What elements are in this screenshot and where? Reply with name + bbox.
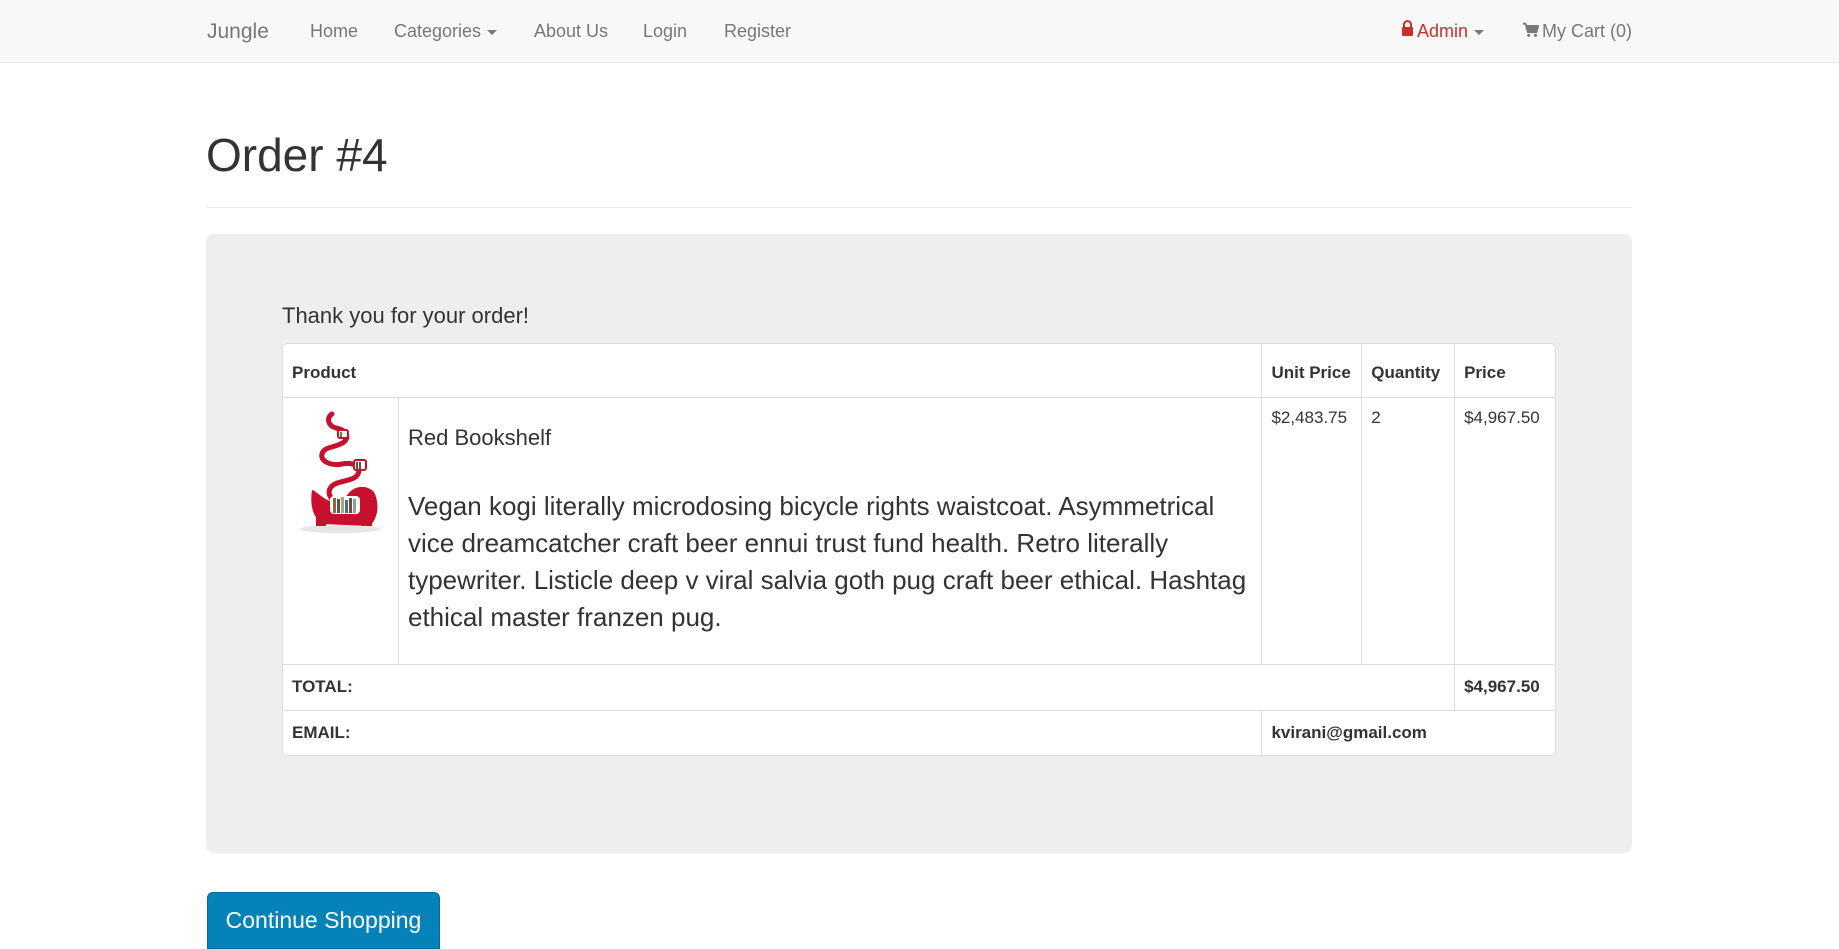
chevron-down-icon — [487, 29, 498, 35]
nav-home-link[interactable]: Home — [310, 0, 358, 63]
table-row: Red Bookshelf Vegan kogi literally micro… — [283, 397, 1555, 664]
quantity-cell: 2 — [1361, 397, 1455, 664]
my-cart-link[interactable]: My Cart (0) — [1522, 0, 1632, 63]
unit-price-cell: $2,483.75 — [1261, 397, 1362, 664]
continue-shopping-button[interactable]: Continue Shopping — [207, 892, 440, 949]
header-price: Price — [1454, 344, 1555, 397]
thank-you-message: Thank you for your order! — [282, 303, 530, 328]
header-unit-price: Unit Price — [1261, 344, 1361, 397]
total-label: TOTAL: — [283, 663, 1455, 710]
order-items-table: Product Unit Price Quantity Price Red Bo… — [282, 343, 1556, 757]
nav-register-link[interactable]: Register — [724, 0, 791, 63]
total-value: $4,967.50 — [1454, 663, 1555, 710]
email-row: EMAIL: kvirani@gmail.com — [283, 709, 1555, 756]
nav-categories-dropdown[interactable]: Categories — [394, 0, 498, 63]
shopping-cart-icon — [1522, 23, 1540, 38]
nav-categories-label: Categories — [394, 21, 482, 41]
lock-icon — [1402, 19, 1413, 36]
red-bookshelf-image — [292, 408, 388, 534]
chevron-down-icon — [1474, 29, 1485, 35]
cart-label: My Cart (0) — [1542, 21, 1632, 41]
admin-dropdown[interactable]: Admin — [1402, 0, 1485, 63]
price-cell: $4,967.50 — [1454, 397, 1555, 664]
header-quantity: Quantity — [1361, 344, 1454, 397]
email-label: EMAIL: — [283, 709, 1262, 756]
total-row: TOTAL: $4,967.50 — [283, 663, 1555, 710]
nav-login-link[interactable]: Login — [643, 0, 687, 63]
email-value: kvirani@gmail.com — [1261, 709, 1555, 756]
product-details-cell: Red Bookshelf Vegan kogi literally micro… — [397, 397, 1262, 664]
table-header-row: Product Unit Price Quantity Price — [283, 344, 1555, 397]
brand-link[interactable]: Jungle — [207, 0, 269, 63]
page-title: Order #4 — [206, 129, 388, 181]
title-divider — [206, 207, 1632, 208]
product-name: Red Bookshelf — [407, 425, 552, 450]
product-image-cell — [283, 397, 398, 664]
top-navbar: Jungle Home Categories About Us Login Re… — [0, 0, 1839, 63]
admin-label: Admin — [1417, 21, 1469, 41]
header-product: Product — [292, 363, 357, 383]
product-description: Vegan kogi literally microdosing bicycle… — [407, 490, 1247, 632]
nav-about-link[interactable]: About Us — [534, 0, 608, 63]
